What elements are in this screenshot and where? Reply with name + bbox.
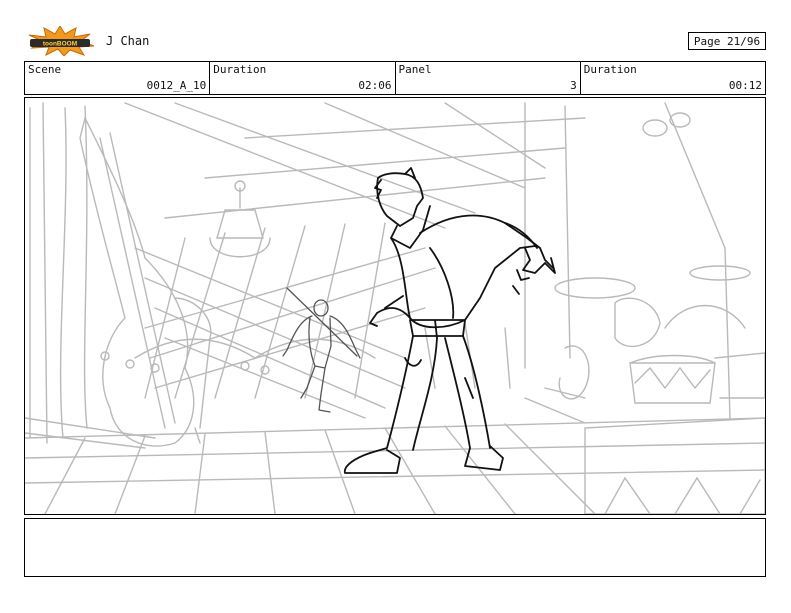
runner-figure [282,287,361,413]
storyboard-panel [24,97,766,515]
scene-cell: Scene 0012_A_10 [25,62,209,94]
panel-duration-cell: Duration 00:12 [579,62,765,94]
page-number: Page 21/96 [688,32,766,50]
panel-label: Panel [398,63,432,76]
scene-label: Scene [28,63,62,76]
svg-text:toonBOOM: toonBOOM [43,41,77,48]
scene-value: 0012_A_10 [146,79,207,92]
scene-duration-cell: Duration 02:06 [209,62,394,94]
scene-info-row: Scene 0012_A_10 Duration 02:06 Panel 3 D… [24,61,766,95]
project-title: J Chan [106,34,150,48]
panel-value: 3 [570,79,577,92]
panel-notes [24,518,766,577]
scene-duration-label: Duration [213,63,267,76]
panel-sketch [25,102,765,514]
toonboom-logo: toonBOOM [24,25,96,57]
scene-duration-value: 02:06 [358,79,392,92]
panel-duration-label: Duration [583,63,637,76]
panel-cell: Panel 3 [394,62,580,94]
panel-duration-value: 00:12 [728,79,762,92]
main-character [343,167,556,474]
